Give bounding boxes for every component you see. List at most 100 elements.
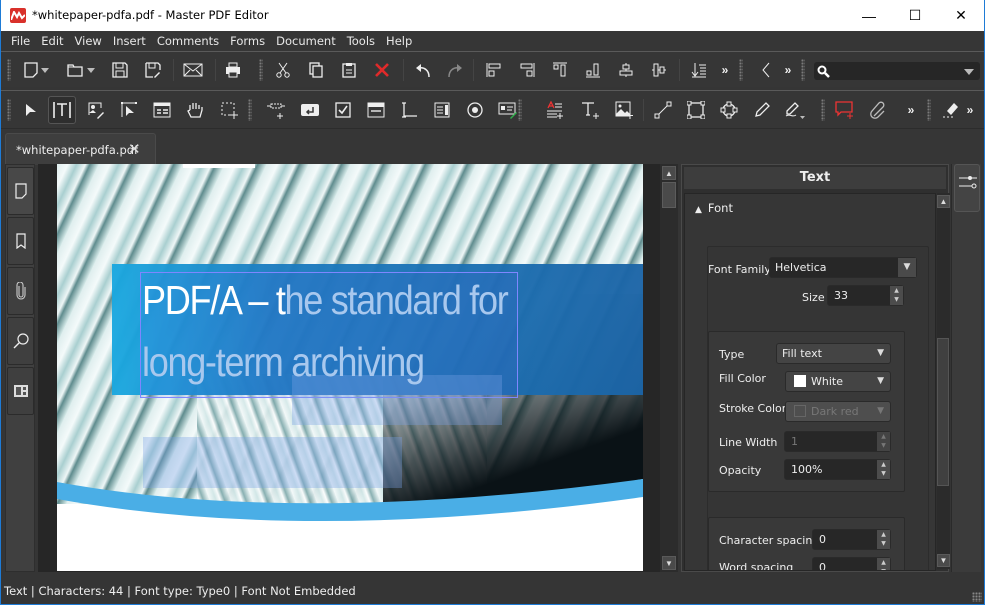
stroke-color-select[interactable]: Dark red ▼ bbox=[785, 401, 891, 422]
char-spacing-input[interactable]: 0 ▲ ▼ bbox=[812, 529, 891, 550]
paste-button[interactable] bbox=[337, 58, 361, 82]
toolbar1-overflow-button[interactable]: » bbox=[717, 58, 733, 82]
menu-forms[interactable]: Forms bbox=[225, 34, 271, 48]
undo-button[interactable] bbox=[411, 58, 435, 82]
ellipse-tool[interactable] bbox=[717, 98, 741, 122]
menu-document[interactable]: Document bbox=[271, 34, 342, 48]
font-section-toggle[interactable]: ▲ Font bbox=[695, 201, 733, 215]
checkbox-tool[interactable] bbox=[331, 98, 355, 122]
type-select[interactable]: Fill text ▼ bbox=[776, 343, 891, 364]
select-object-tool[interactable] bbox=[117, 98, 141, 122]
resize-grip[interactable] bbox=[972, 592, 982, 602]
add-text-tool[interactable] bbox=[543, 98, 567, 122]
maximize-button[interactable]: ☐ bbox=[892, 0, 938, 31]
toolbar-grip[interactable] bbox=[821, 99, 825, 121]
edit-text-tool[interactable] bbox=[48, 96, 76, 124]
size-stepper[interactable]: ▲ ▼ bbox=[890, 286, 903, 305]
menu-edit[interactable]: Edit bbox=[36, 34, 69, 48]
signature-field-tool[interactable] bbox=[496, 98, 520, 122]
print-button[interactable] bbox=[221, 58, 245, 82]
menu-insert[interactable]: Insert bbox=[108, 34, 152, 48]
save-button[interactable] bbox=[108, 58, 132, 82]
crop-tool[interactable] bbox=[217, 98, 241, 122]
menu-help[interactable]: Help bbox=[381, 34, 418, 48]
close-tab-icon[interactable]: ✕ bbox=[128, 140, 141, 158]
toolbar1-overflow-button-2[interactable]: » bbox=[780, 58, 796, 82]
scroll-thumb[interactable] bbox=[662, 182, 676, 208]
minimize-button[interactable]: — bbox=[846, 0, 892, 31]
menu-tools[interactable]: Tools bbox=[342, 34, 381, 48]
open-button[interactable] bbox=[63, 58, 87, 82]
line-width-input[interactable]: 1 ▲ ▼ bbox=[784, 431, 891, 452]
pages-panel-button[interactable] bbox=[7, 167, 34, 215]
align-center-v-button[interactable] bbox=[647, 58, 671, 82]
form-edit-tool[interactable] bbox=[150, 98, 174, 122]
cut-button[interactable] bbox=[271, 58, 295, 82]
line-tool[interactable] bbox=[651, 98, 675, 122]
properties-panel-button[interactable] bbox=[954, 164, 980, 212]
listbox-tool[interactable] bbox=[430, 98, 454, 122]
bookmarks-panel-button[interactable] bbox=[7, 217, 34, 265]
prev-page-button[interactable] bbox=[754, 58, 778, 82]
toolbar2-overflow-button[interactable]: » bbox=[903, 98, 919, 122]
select-tool[interactable] bbox=[18, 98, 42, 122]
headline-line-1[interactable]: PDF/A – the standard for bbox=[142, 277, 509, 324]
fill-color-select[interactable]: White ▼ bbox=[785, 371, 891, 392]
button-field-tool[interactable] bbox=[298, 98, 322, 122]
scroll-up-button[interactable]: ▲ bbox=[662, 166, 676, 180]
attachments-panel-button[interactable] bbox=[7, 267, 34, 315]
open-dropdown[interactable] bbox=[85, 58, 97, 82]
highlighter-tool[interactable] bbox=[783, 98, 807, 122]
scroll-thumb[interactable] bbox=[937, 338, 949, 486]
toolbar-grip[interactable] bbox=[801, 59, 805, 81]
attachment-tool[interactable] bbox=[866, 98, 890, 122]
properties-scrollbar[interactable]: ▲ ▼ bbox=[937, 193, 950, 569]
toolbar-grip[interactable] bbox=[927, 99, 931, 121]
toolbar-grip[interactable] bbox=[739, 59, 743, 81]
close-button[interactable]: ✕ bbox=[938, 0, 984, 31]
new-dropdown[interactable] bbox=[39, 58, 51, 82]
combobox-tool[interactable] bbox=[364, 98, 388, 122]
copy-button[interactable] bbox=[304, 58, 328, 82]
tab-whitepaper-pdfa[interactable]: *whitepaper-pdfa.pdf ✕ bbox=[5, 133, 156, 165]
save-as-button[interactable] bbox=[141, 58, 165, 82]
radio-tool[interactable] bbox=[463, 98, 487, 122]
edit-image-tool[interactable] bbox=[84, 98, 108, 122]
hand-tool[interactable] bbox=[183, 98, 207, 122]
search-panel-button[interactable] bbox=[7, 317, 34, 365]
layers-panel-button[interactable] bbox=[7, 367, 34, 415]
menu-file[interactable]: File bbox=[6, 34, 36, 48]
align-bottom-button[interactable] bbox=[581, 58, 605, 82]
headline-line-2[interactable]: long-term archiving bbox=[142, 339, 425, 386]
toolbar2-overflow-button-2[interactable]: » bbox=[962, 98, 978, 122]
document-viewer[interactable]: PDF/A – the standard for long-term archi… bbox=[38, 164, 660, 572]
text-field-tool[interactable] bbox=[397, 98, 421, 122]
eraser-tool[interactable] bbox=[938, 98, 962, 122]
menu-comments[interactable]: Comments bbox=[152, 34, 225, 48]
viewer-scrollbar[interactable]: ▲ ▼ bbox=[660, 164, 678, 572]
toolbar-grip[interactable] bbox=[7, 59, 11, 81]
align-top-button[interactable] bbox=[548, 58, 572, 82]
opacity-input[interactable]: 100% ▲ ▼ bbox=[784, 459, 891, 480]
sort-button[interactable] bbox=[687, 58, 711, 82]
font-family-select[interactable]: Helvetica ▼ bbox=[769, 257, 917, 278]
email-button[interactable] bbox=[181, 58, 205, 82]
add-comment-tool[interactable] bbox=[833, 98, 857, 122]
redo-button[interactable] bbox=[443, 58, 467, 82]
word-spacing-stepper[interactable]: ▲▼ bbox=[877, 558, 890, 570]
toolbar-grip[interactable] bbox=[259, 59, 263, 81]
add-image-tool[interactable] bbox=[612, 98, 636, 122]
scroll-up-button[interactable]: ▲ bbox=[937, 195, 950, 208]
toolbar-grip[interactable] bbox=[248, 99, 252, 121]
typewriter-tool[interactable] bbox=[578, 98, 602, 122]
scroll-down-button[interactable]: ▼ bbox=[937, 554, 950, 567]
size-input[interactable]: 33 ▲ ▼ bbox=[827, 285, 904, 306]
delete-button[interactable] bbox=[370, 58, 394, 82]
search-input[interactable] bbox=[814, 62, 980, 80]
char-spacing-stepper[interactable]: ▲ ▼ bbox=[877, 530, 890, 549]
rectangle-tool[interactable] bbox=[684, 98, 708, 122]
align-left-button[interactable] bbox=[482, 58, 506, 82]
line-width-stepper[interactable]: ▲ ▼ bbox=[877, 432, 890, 451]
align-center-h-button[interactable] bbox=[614, 58, 638, 82]
scroll-down-button[interactable]: ▼ bbox=[662, 556, 676, 570]
